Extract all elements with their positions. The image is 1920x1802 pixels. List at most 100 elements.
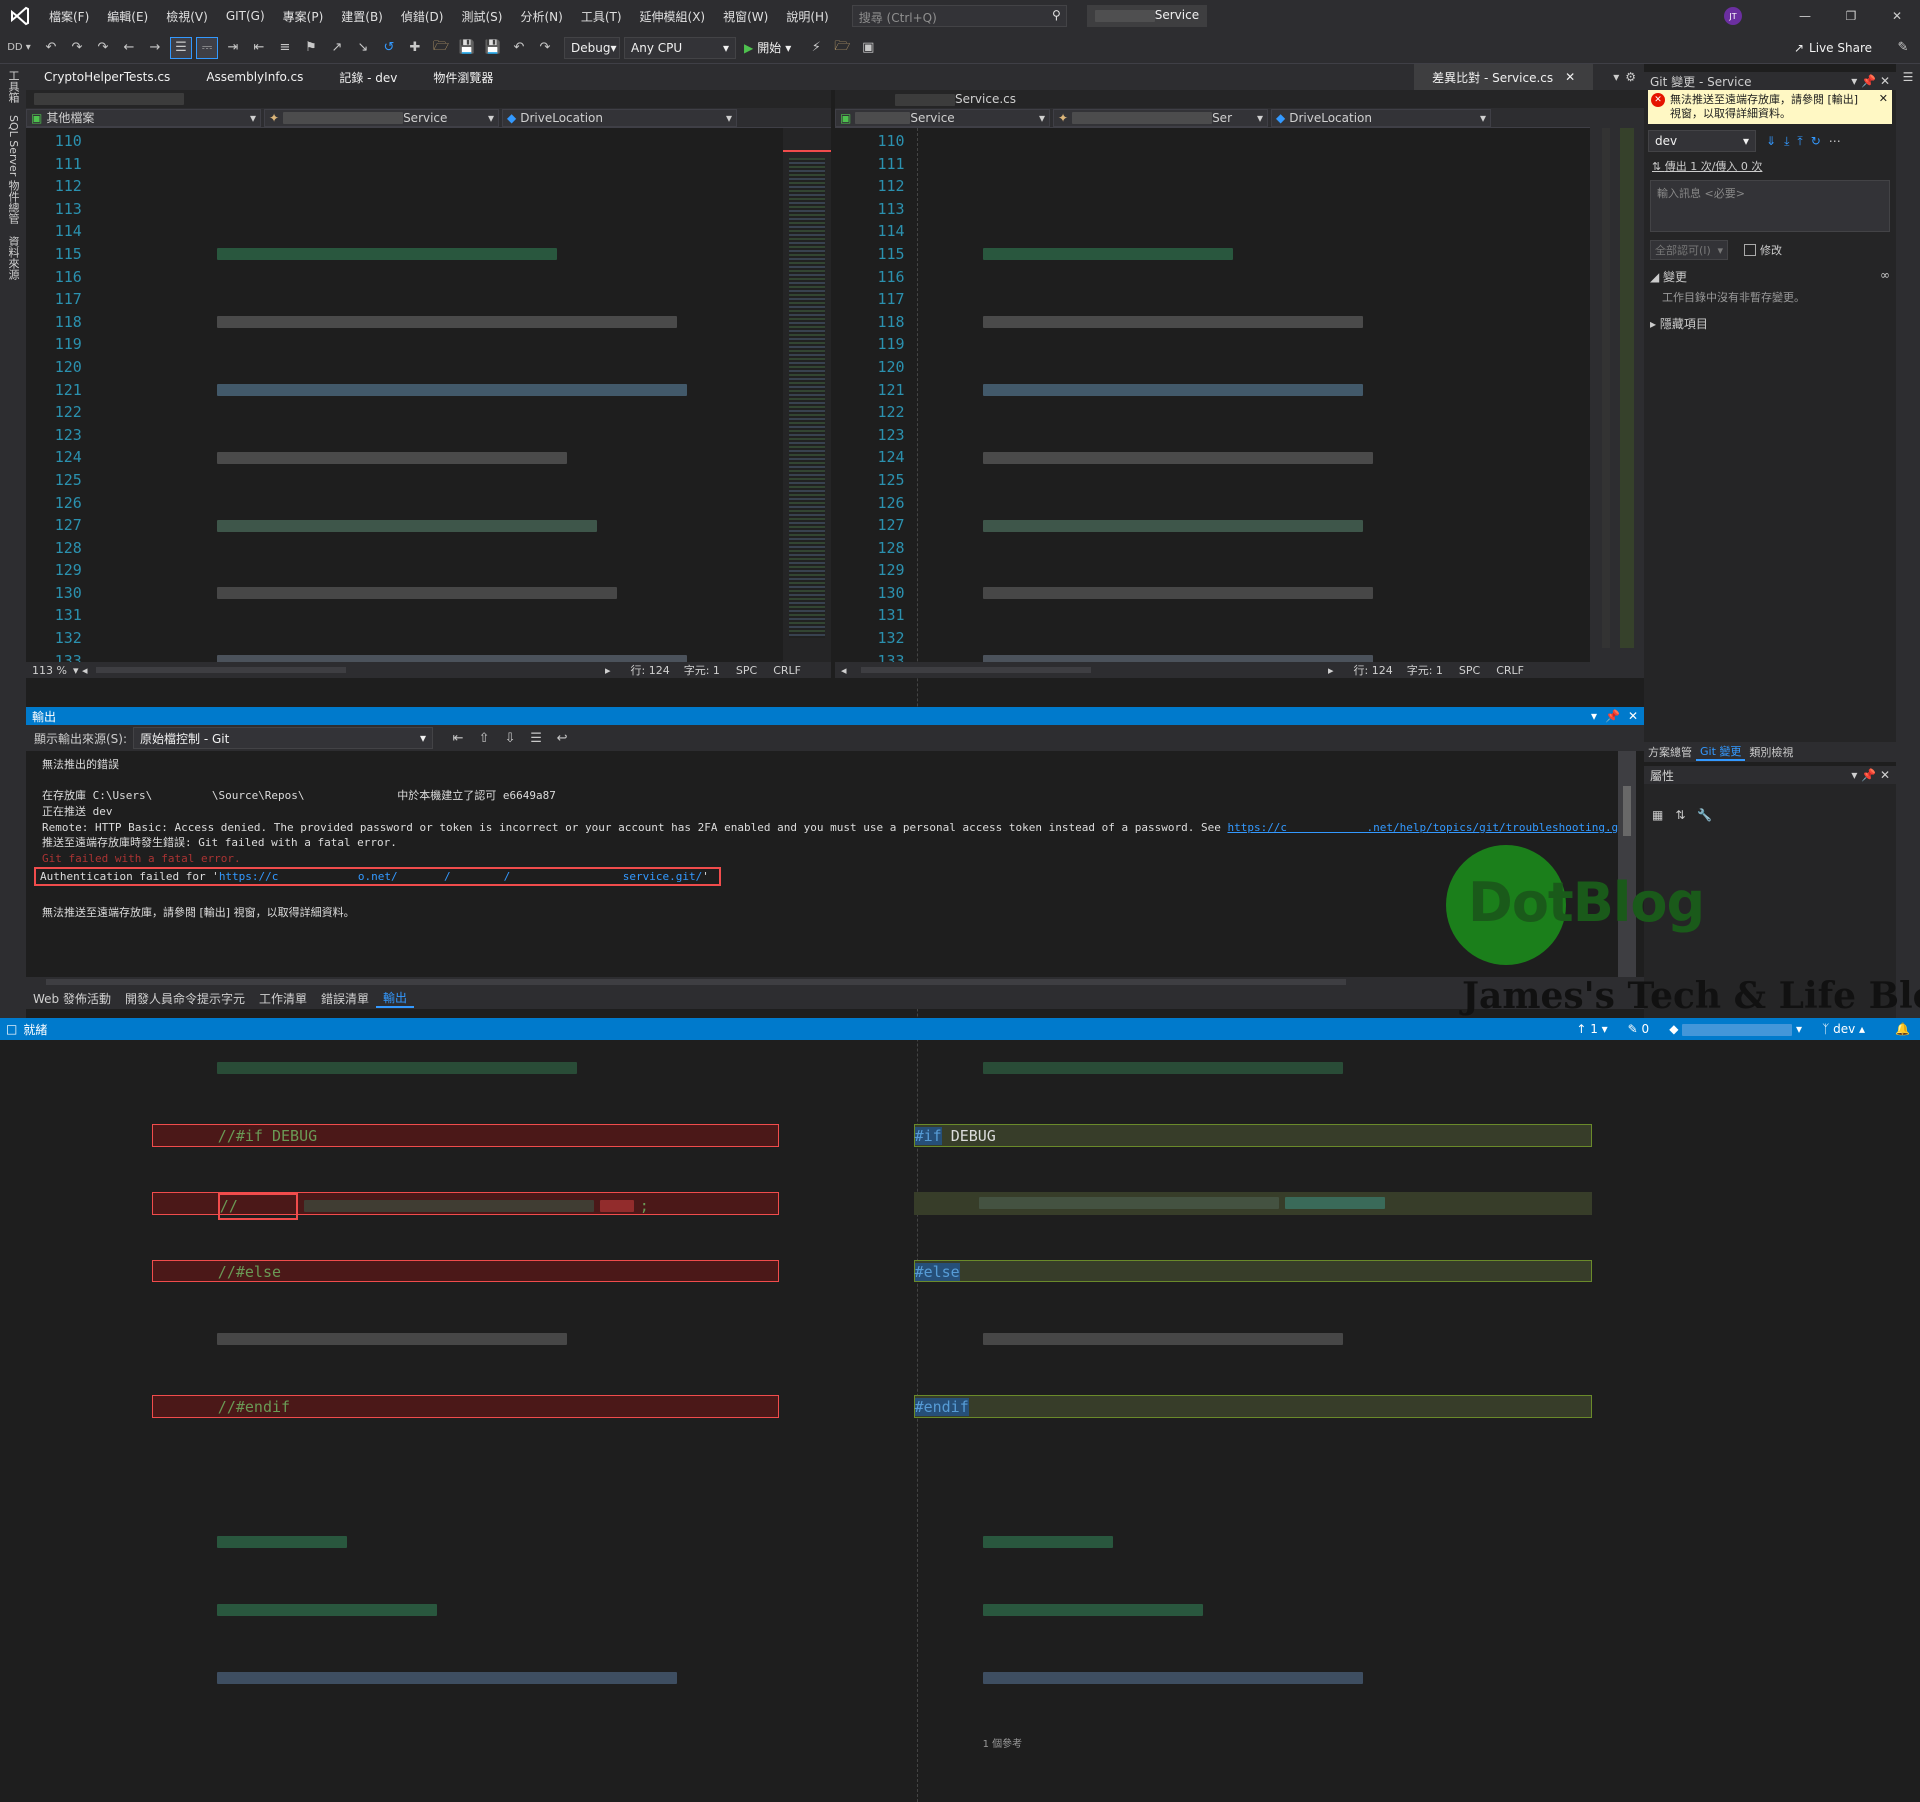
toolbox-tab[interactable]: 工具箱	[0, 64, 26, 109]
right-editor-pane[interactable]: ▣ Service ▾ ✦ Ser ▾ ◆ DriveLocation ▾ 110 111 11…	[835, 108, 1644, 1802]
output-source-select[interactable]: 原始檔控制 - Git ▾	[133, 727, 434, 749]
troubleshoot-link[interactable]: https://c .net/help/topics/git/troublesh…	[1227, 821, 1618, 834]
left-project-combo[interactable]: ▣ 其他檔案 ▾	[26, 108, 261, 127]
tab-class-view[interactable]: 類別檢視	[1745, 744, 1797, 760]
tab-diff-compare[interactable]: 差異比對 - Service.cs ✕	[1414, 64, 1594, 90]
dropdown-icon[interactable]: ▾	[1591, 709, 1597, 723]
left-member-combo[interactable]: ◆ DriveLocation ▾	[502, 108, 737, 127]
more-icon[interactable]: ⋯	[1829, 134, 1841, 148]
menu-debug[interactable]: 偵錯(D)	[392, 8, 453, 25]
repo-name[interactable]: ◆ ▾	[1669, 1022, 1802, 1036]
wrench-icon[interactable]: 🔧	[1697, 808, 1712, 822]
save-all-icon[interactable]: 💾	[482, 37, 504, 59]
undo-nav-icon[interactable]: ↶	[40, 37, 62, 59]
menu-project[interactable]: 專案(P)	[274, 8, 333, 25]
data-sources-tab[interactable]: 資料來源	[0, 230, 26, 286]
prev-message-icon[interactable]: ⇧	[473, 727, 495, 749]
pin-icon[interactable]: 📌	[1605, 709, 1620, 723]
menu-view[interactable]: 檢視(V)	[157, 8, 217, 25]
find-message-icon[interactable]: ⇤	[447, 727, 469, 749]
hidden-items-section[interactable]: ▸ 隱藏項目	[1650, 315, 1890, 332]
tab-git-changes[interactable]: Git 變更	[1696, 743, 1746, 761]
menu-extensions[interactable]: 延伸模組(X)	[631, 8, 715, 25]
output-vscroll[interactable]	[1618, 751, 1636, 977]
right-class-combo[interactable]: ✦ Ser ▾	[1053, 108, 1268, 127]
menu-edit[interactable]: 編輯(E)	[98, 8, 157, 25]
hot-reload-icon[interactable]: ⚡	[805, 37, 827, 59]
tab-object-browser[interactable]: 物件瀏覽器	[415, 64, 511, 90]
tab-output[interactable]: 輸出	[376, 989, 415, 1008]
changes-section[interactable]: ◢ 變更 ∞	[1650, 268, 1890, 285]
dd-icon[interactable]: DD ▾	[2, 37, 36, 59]
tab-dev-cmd[interactable]: 開發人員命令提示字元	[118, 990, 252, 1007]
codelens-references[interactable]: 1 個參考	[918, 1734, 1593, 1757]
indent-icon[interactable]: ⇥	[222, 37, 244, 59]
menu-git[interactable]: GIT(G)	[217, 9, 274, 23]
refresh-blue-icon[interactable]: ↺	[378, 37, 400, 59]
restore-icon[interactable]: ❐	[1828, 9, 1874, 23]
pull-icon[interactable]: ⤓	[1784, 134, 1789, 149]
right-member-combo[interactable]: ◆ DriveLocation ▾	[1271, 108, 1491, 127]
outgoing-commits[interactable]: ↑ 1 ▾	[1576, 1022, 1607, 1036]
dropdown-icon[interactable]: ▾	[1851, 74, 1857, 88]
new-project-icon[interactable]: ✚	[404, 37, 426, 59]
outdent-icon[interactable]: ⇤	[248, 37, 270, 59]
vs-logo-icon[interactable]	[0, 0, 40, 32]
push-icon[interactable]: ⤒	[1797, 134, 1802, 149]
menu-tools[interactable]: 工具(T)	[572, 8, 631, 25]
bookmark-icon[interactable]: ⚑	[300, 37, 322, 59]
bell-icon[interactable]: 🔔	[1895, 1022, 1910, 1036]
notifications-tab-icon[interactable]: ☰	[1896, 64, 1920, 84]
bookmark-next-icon[interactable]: ↘	[352, 37, 374, 59]
output-text[interactable]: 無法推出的錯誤 在存放庫 C:\Users\ \Source\Repos\ 中於…	[26, 751, 1618, 977]
branch-select[interactable]: dev ▾	[1648, 130, 1756, 152]
redo2-icon[interactable]: ↷	[92, 37, 114, 59]
close-icon[interactable]: ✕	[1880, 74, 1890, 88]
close-tab-icon[interactable]: ✕	[1565, 70, 1575, 84]
menu-analyze[interactable]: 分析(N)	[511, 8, 571, 25]
diff-overview-bar[interactable]	[1590, 108, 1644, 678]
tab-solution-explorer[interactable]: 方案總管	[1644, 744, 1696, 760]
back-icon[interactable]: ←	[118, 37, 140, 59]
feedback-icon[interactable]: ✎	[1892, 37, 1914, 59]
pin-icon[interactable]: 📌	[1861, 74, 1876, 88]
dismiss-icon[interactable]: ✕	[1879, 92, 1888, 106]
outgoing-incoming-link[interactable]: ⇅ 傳出 1 次/傳入 0 次	[1652, 158, 1888, 174]
fetch-icon[interactable]: ⇓	[1766, 134, 1776, 148]
left-minimap[interactable]	[783, 128, 832, 674]
menu-test[interactable]: 測試(S)	[452, 8, 511, 25]
pending-changes[interactable]: ✎ 0	[1628, 1022, 1650, 1036]
tab-cryptohelpertests[interactable]: CryptoHelperTests.cs	[26, 64, 188, 90]
left-editor-pane[interactable]: ▣ 其他檔案 ▾ ✦ Service ▾ ◆ DriveLocation ▾ 110 111 1…	[26, 108, 832, 1684]
categorized-icon[interactable]: ▦	[1652, 808, 1663, 822]
clear-all-icon[interactable]: ☰	[525, 727, 547, 749]
menu-build[interactable]: 建置(B)	[332, 8, 392, 25]
word-wrap-icon[interactable]: ↩	[551, 727, 573, 749]
tab-error-list[interactable]: 錯誤清單	[314, 990, 376, 1007]
tab-web-publish[interactable]: Web 發佈活動	[26, 990, 118, 1007]
platform-select[interactable]: Any CPU ▾	[624, 36, 736, 59]
alphabetical-icon[interactable]: ⇅	[1675, 808, 1685, 822]
tab-history-dev[interactable]: 記錄 - dev	[321, 64, 415, 90]
window-icon[interactable]: ▣	[857, 37, 879, 59]
comment-icon[interactable]: ≡	[274, 37, 296, 59]
redo-nav-icon[interactable]: ↷	[66, 37, 88, 59]
menu-help[interactable]: 說明(H)	[777, 8, 837, 25]
avatar[interactable]: JT	[1724, 7, 1742, 25]
commit-message-input[interactable]: 輸入訊息 <必要>	[1650, 180, 1890, 232]
minimize-icon[interactable]: —	[1782, 9, 1828, 23]
close-icon[interactable]: ✕	[1628, 709, 1638, 723]
zoom-level[interactable]: 113 %	[32, 664, 67, 677]
undo-icon[interactable]: ↶	[508, 37, 530, 59]
forward-icon[interactable]: →	[144, 37, 166, 59]
amend-checkbox[interactable]	[1744, 244, 1756, 256]
tab-task-list[interactable]: 工作清單	[252, 990, 314, 1007]
left-class-combo[interactable]: ✦ Service ▾	[264, 108, 499, 127]
tab-assemblyinfo[interactable]: AssemblyInfo.cs	[188, 64, 321, 90]
live-share-button[interactable]: ↗ Live Share	[1794, 41, 1872, 55]
lock-icon[interactable]: ⎓	[196, 36, 218, 59]
menu-window[interactable]: 視窗(W)	[714, 8, 777, 25]
config-select[interactable]: Debug ▾	[564, 36, 620, 59]
settings-icon[interactable]: ⚙	[1625, 70, 1636, 84]
next-message-icon[interactable]: ⇩	[499, 727, 521, 749]
